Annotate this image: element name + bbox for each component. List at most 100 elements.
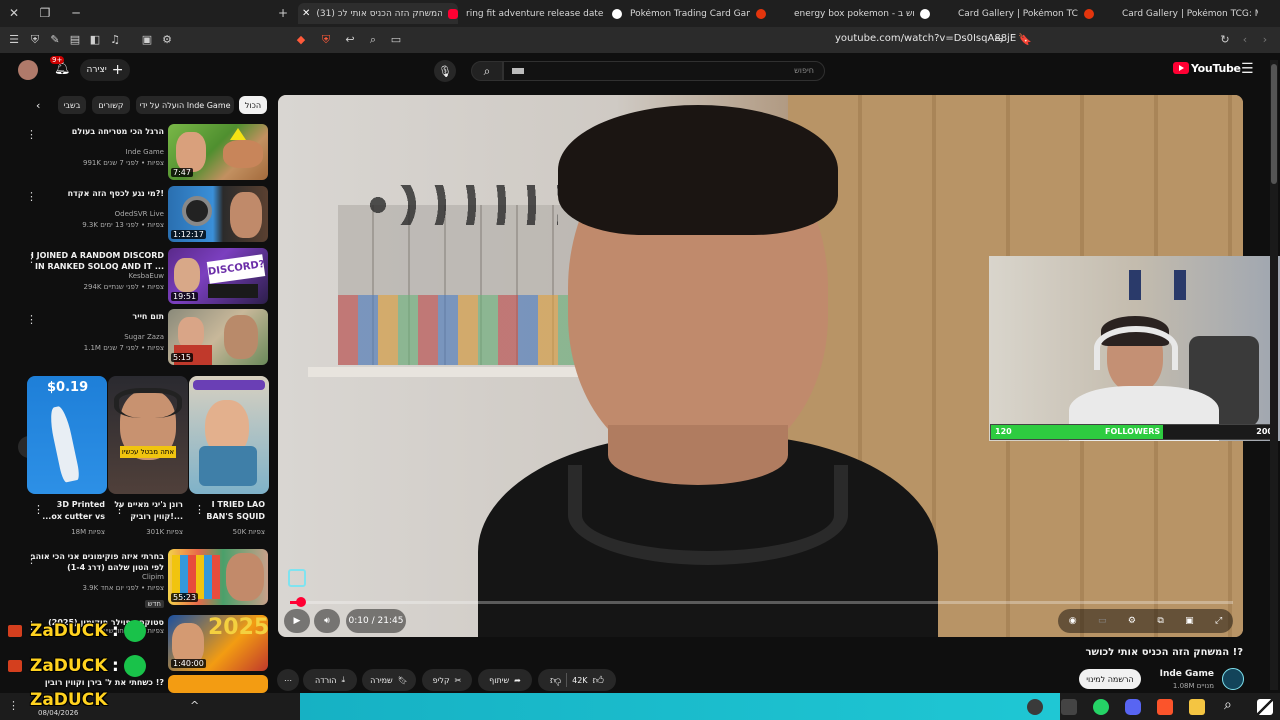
file-explorer-icon[interactable] [1189, 699, 1205, 715]
obs-icon[interactable] [1027, 699, 1043, 715]
channel-name[interactable]: Inde Game [126, 148, 164, 156]
volume-button[interactable]: 🔊︎ [314, 609, 340, 633]
video-title[interactable]: הרגל הכי מטריחה בעולם [34, 126, 164, 137]
tabs-icon[interactable]: ▤ [67, 32, 83, 48]
minimize-window-icon[interactable]: ─ [68, 6, 84, 20]
cast-icon[interactable]: ▣ [1185, 616, 1194, 626]
list-item[interactable]: ⋮ בחרתי איזה פוקימונים אני הכי אוהב לפי … [20, 549, 270, 608]
video-thumbnail[interactable]: 2025 1:40:00 [168, 615, 268, 671]
voice-search-button[interactable]: 🎙︎ [434, 60, 456, 82]
tab-video[interactable]: ✕ (31) המשחק הזה הכניס אותי לכ [298, 3, 458, 24]
video-thumbnail[interactable] [168, 675, 268, 693]
tab-energy-box[interactable]: energy box pokemon - חיפוש ב-Goo [790, 3, 930, 24]
channel-watermark-icon[interactable] [288, 569, 306, 587]
more-actions-button[interactable]: ⋯ [277, 669, 299, 691]
search-taskbar-icon[interactable]: ⌕ [1224, 697, 1232, 713]
avatar[interactable] [18, 60, 38, 80]
bookmark-icon[interactable]: 🔖 [1017, 32, 1033, 48]
reload-icon[interactable]: ↻ [1217, 32, 1233, 48]
shield-brave-icon[interactable]: ⛨ [318, 32, 334, 48]
tab-card-gallery-2[interactable]: Card Gallery | Pokémon TCG: Mega E [1118, 3, 1258, 24]
close-tab-icon[interactable]: ✕ [302, 8, 310, 19]
tab-card-gallery-1[interactable]: Card Gallery | Pokémon TCG: Mega E [954, 3, 1094, 24]
more-icon[interactable]: ⋮ [33, 503, 44, 516]
video-thumbnail[interactable]: 1:12:17 [168, 186, 268, 242]
search-page-icon[interactable]: ⌕ [365, 32, 381, 48]
progress-knob[interactable] [295, 597, 306, 607]
list-item[interactable]: ⋮ הרגל הכי מטריחה בעולם Inde Game 991K צ… [20, 124, 270, 182]
extensions-icon[interactable]: ✎ [47, 32, 63, 48]
cast-icon[interactable]: ▭ [388, 32, 404, 48]
search-input[interactable]: חיפוש [503, 61, 825, 81]
tab-ring-fit[interactable]: ring fit adventure release date - חיפוש … [462, 3, 622, 24]
chip-all[interactable]: הכול [239, 96, 267, 114]
short-title[interactable]: 3D Printed ...ox cutter vs [35, 499, 105, 523]
create-button[interactable]: יצירה + [80, 59, 130, 81]
fullscreen-icon[interactable]: ⤢ [1215, 616, 1222, 626]
scrollbar-thumb[interactable] [1271, 64, 1277, 184]
settings-icon[interactable]: ⚙ [1128, 616, 1136, 626]
scrollbar[interactable] [1270, 60, 1278, 690]
menu-icon[interactable]: ☰ [6, 32, 22, 48]
whatsapp-icon[interactable] [1093, 699, 1109, 715]
autoplay-toggle-icon[interactable]: ◉ [1069, 616, 1077, 626]
short-thumbnail[interactable] [189, 376, 269, 494]
miniplayer-icon[interactable]: ⧉ [1157, 616, 1163, 626]
video-thumbnail[interactable]: 55:23 [168, 549, 268, 605]
channel-name-main[interactable]: Inde Game [1150, 669, 1214, 679]
channel-name[interactable]: Clipim [142, 573, 164, 581]
new-tab-icon[interactable]: + [275, 6, 291, 20]
list-item[interactable]: ⋮ מי נגע לכסף הזה אקדח?! OdedSVR Live 9.… [20, 186, 270, 244]
like-count[interactable]: 42K [572, 676, 587, 685]
app-icon[interactable] [1061, 699, 1077, 715]
hamburger-icon[interactable]: ☰ [1241, 61, 1254, 77]
chevron-up-icon[interactable]: ^ [190, 699, 199, 712]
more-icon[interactable]: ⋮ [194, 503, 205, 516]
video-thumbnail[interactable]: 7:47 [168, 124, 268, 180]
sidebar-icon[interactable]: ◧ [87, 32, 103, 48]
subtitles-icon[interactable]: ▭ [1098, 616, 1107, 626]
chip-captured[interactable]: בשבי [58, 96, 86, 114]
music-icon[interactable]: ♫ [107, 32, 123, 48]
channel-avatar[interactable] [1222, 668, 1244, 690]
progress-bar[interactable] [290, 597, 1233, 607]
list-item[interactable]: ⋮ תום חייר Sugar Zaza 1.1M צפיות • לפני … [20, 309, 270, 367]
address-bar[interactable]: youtube.com/watch?v=Ds0IsqA88jE [835, 33, 1016, 44]
video-title[interactable]: I JOINED A RANDOM DISCORD IN RANKED SOLO… [24, 250, 164, 272]
download-button[interactable]: הורדה ⤓ [303, 669, 357, 691]
tab-pokemon-tcg[interactable]: Pokémon Trading Card Game [626, 3, 766, 24]
brave-browser-icon[interactable] [1157, 699, 1173, 715]
video-title[interactable]: כשחתי את ל' בירן וקווין רובין !? [24, 677, 164, 688]
brave-icon[interactable]: ◆ [293, 32, 309, 48]
settings-icon[interactable]: ⚙ [159, 32, 175, 48]
site-settings-icon[interactable]: ⇋ [991, 32, 1007, 48]
chip-uploaded-by[interactable]: הועלה על ידי Inde Game [136, 96, 234, 114]
search-button[interactable]: ⌕ [471, 61, 503, 81]
windows-start-icon[interactable] [1257, 699, 1273, 715]
video-title[interactable]: תום חייר [34, 311, 164, 322]
list-item[interactable]: ⋮ I JOINED A RANDOM DISCORD IN RANKED SO… [20, 248, 270, 306]
short-thumbnail[interactable]: אתה מבטל עכשיו [108, 376, 188, 494]
shield-icon[interactable]: ⛨ [27, 32, 43, 48]
subscribe-button[interactable]: הרשמה למינוי [1079, 669, 1141, 689]
video-title[interactable]: בחרתי איזה פוקימונים אני הכי אוהב לפי הט… [24, 551, 164, 573]
back-icon[interactable]: › [1257, 32, 1273, 48]
short-title[interactable]: I TRIED LAO BAN'S SQUID [195, 499, 265, 523]
short-thumbnail[interactable]: $0.19 [27, 376, 107, 494]
discord-icon[interactable] [1125, 699, 1141, 715]
channel-name[interactable]: OdedSVR Live [115, 210, 164, 218]
channel-name[interactable]: Sugar Zaza [124, 333, 164, 341]
save-button[interactable]: שמירה 🔖︎ [362, 669, 416, 691]
keyboard-icon[interactable] [512, 68, 524, 74]
chevron-left-icon[interactable]: ‹ [36, 99, 40, 112]
wallet-icon[interactable]: ▣ [139, 32, 155, 48]
youtube-logo[interactable]: YouTube [1191, 62, 1241, 75]
more-icon[interactable]: ⋮ [114, 503, 125, 516]
play-button[interactable]: ▶ [284, 609, 310, 633]
channel-name[interactable]: KesbaEuw [128, 272, 164, 280]
share-button[interactable]: שיתוף ➦ [478, 669, 532, 691]
chip-related[interactable]: קשורים [92, 96, 130, 114]
system-tray-icon[interactable]: ⋮ [8, 699, 19, 712]
forward-icon[interactable]: ‹ [1237, 32, 1253, 48]
clip-button[interactable]: קליפ ✂ [422, 669, 472, 691]
